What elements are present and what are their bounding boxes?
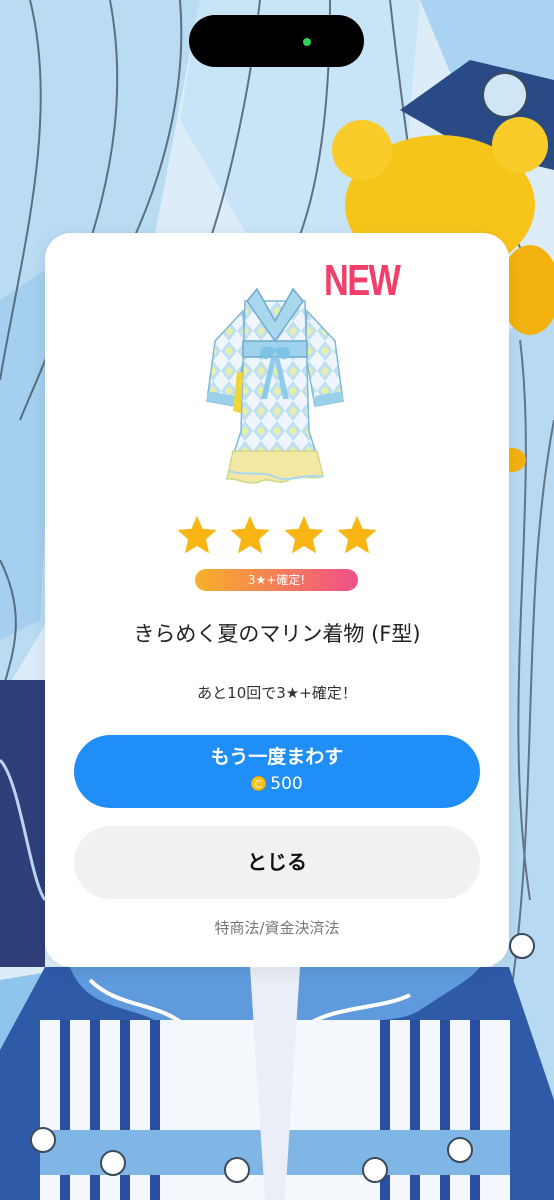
coin-icon xyxy=(251,776,267,791)
spin-cost-value: 500 xyxy=(270,774,303,794)
camera-indicator-icon xyxy=(303,38,311,46)
rarity-stars xyxy=(175,513,379,557)
item-name: きらめく夏のマリン着物 (F型) xyxy=(133,622,421,646)
dynamic-island xyxy=(189,15,364,67)
star-icon xyxy=(177,515,217,554)
star-icon xyxy=(337,515,377,554)
star-icon xyxy=(230,515,270,554)
guarantee-badge: 3★+確定! xyxy=(195,569,358,591)
kimono-item-image xyxy=(206,287,344,484)
gacha-result-modal: NEW 3★+確定! きらめく夏のマリン着物 (F型) あと10回で3★+確定！… xyxy=(45,233,509,967)
spin-cost: 500 xyxy=(74,773,480,795)
star-icon xyxy=(284,515,324,554)
remaining-spins-text: あと10回で3★+確定！ xyxy=(197,684,357,702)
legal-notice-link[interactable]: 特商法/資金決済法 xyxy=(45,917,509,939)
spin-again-label: もう一度まわす xyxy=(210,746,344,768)
close-button[interactable]: とじる xyxy=(74,826,480,899)
spin-again-button[interactable]: もう一度まわす 500 xyxy=(74,735,480,808)
